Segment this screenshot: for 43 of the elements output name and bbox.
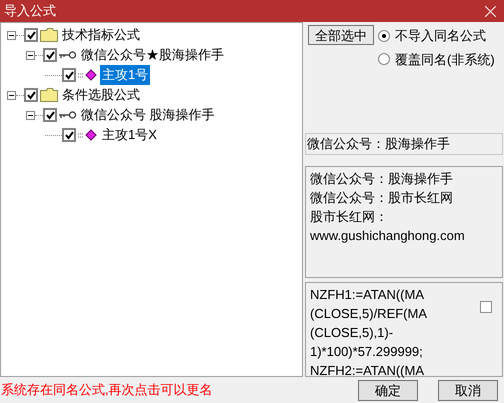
formula-line: NZFH2:=ATAN((MA bbox=[310, 362, 425, 380]
checkbox[interactable] bbox=[43, 108, 57, 122]
formula-icon bbox=[78, 69, 98, 81]
tree-item[interactable]: 主攻1号 bbox=[100, 65, 150, 85]
formula-line: 1)*100)*57.299999; bbox=[310, 343, 424, 361]
folder-icon bbox=[40, 28, 58, 42]
checkbox[interactable] bbox=[480, 301, 492, 313]
description-line: 微信公众号：股市长红网 bbox=[310, 189, 454, 207]
status-message: 系统存在同名公式,再次点击可以更名 bbox=[1, 381, 213, 400]
formula-line: (CLOSE,5),1)- bbox=[310, 324, 394, 342]
checkbox[interactable] bbox=[43, 48, 57, 62]
checkbox[interactable] bbox=[62, 68, 76, 82]
collapse-toggle[interactable] bbox=[7, 30, 16, 40]
tree-item[interactable]: 微信公众号 股海操作手 bbox=[79, 105, 217, 125]
collapse-toggle[interactable] bbox=[7, 90, 16, 100]
collapse-toggle[interactable] bbox=[26, 110, 35, 120]
formula-line: NZFH1:=ATAN((MA bbox=[310, 286, 425, 304]
tree-item[interactable]: 条件选股公式 bbox=[60, 85, 142, 105]
description-line: www.gushichanghong.com bbox=[310, 227, 466, 245]
key-icon bbox=[59, 51, 77, 59]
folder-icon bbox=[40, 88, 58, 102]
tree-item[interactable]: 主攻1号X bbox=[100, 125, 159, 145]
select-all-button[interactable]: 全部选中 bbox=[308, 25, 374, 45]
option-label[interactable]: 覆盖同名(非系统) bbox=[395, 50, 495, 69]
dialog-button[interactable]: 取消 bbox=[438, 380, 498, 400]
radio-button[interactable] bbox=[378, 53, 390, 66]
checkbox[interactable] bbox=[24, 88, 38, 102]
collapse-toggle[interactable] bbox=[26, 50, 35, 60]
tree-item[interactable]: 微信公众号★股海操作手 bbox=[79, 45, 226, 65]
tree-item[interactable]: 技术指标公式 bbox=[60, 25, 142, 45]
description-line: 微信公众号：股海操作手 bbox=[310, 170, 454, 188]
formula-icon bbox=[78, 129, 98, 141]
name-field: 微信公众号：股海操作手 bbox=[305, 133, 503, 155]
close-icon[interactable] bbox=[485, 6, 496, 16]
key-icon bbox=[59, 111, 77, 119]
dialog-button[interactable]: 确定 bbox=[358, 380, 418, 400]
formula-line: (CLOSE,5)/REF(MA bbox=[310, 305, 428, 323]
radio-button[interactable] bbox=[378, 30, 390, 42]
checkbox[interactable] bbox=[62, 128, 76, 142]
description-line: 股市长红网： bbox=[310, 208, 389, 226]
window-title: 导入公式 bbox=[4, 2, 56, 20]
checkbox[interactable] bbox=[24, 28, 38, 42]
option-label[interactable]: 不导入同名公式 bbox=[395, 26, 486, 46]
